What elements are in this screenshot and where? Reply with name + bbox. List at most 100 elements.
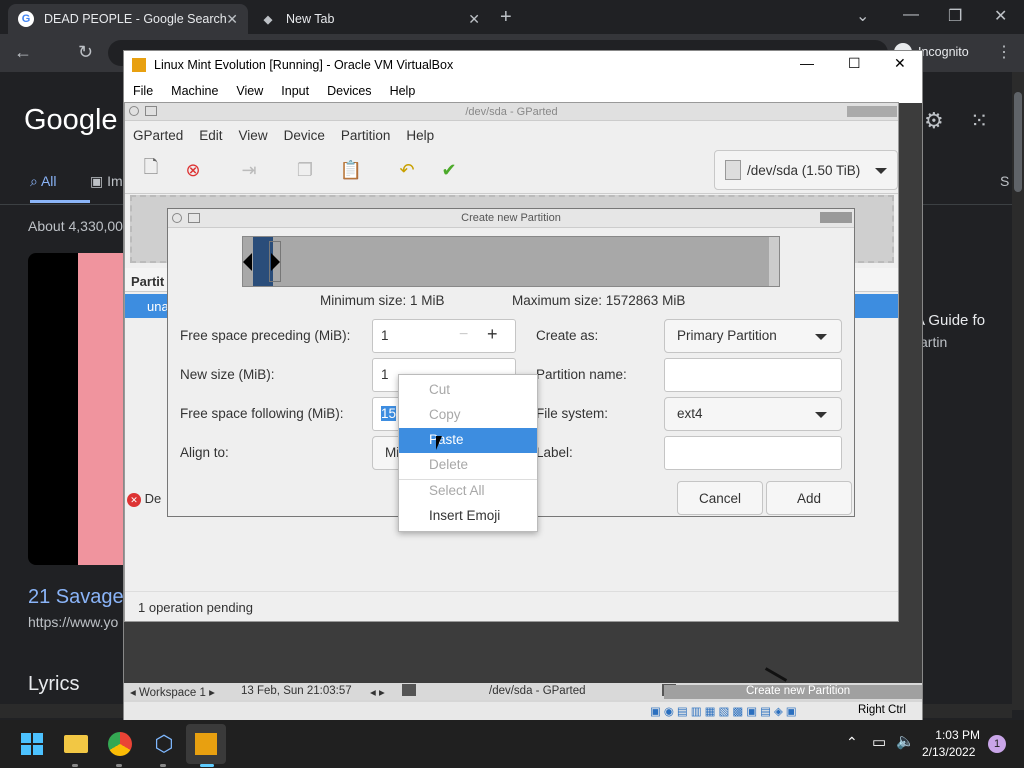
menu-view[interactable]: View bbox=[231, 128, 276, 143]
panel-nav-arrows[interactable]: ◂ ▸ bbox=[370, 685, 385, 699]
right-drag-arrow-icon[interactable] bbox=[271, 253, 280, 271]
delete-partition-icon[interactable]: ⊗ bbox=[179, 156, 207, 184]
menu-help[interactable]: Help bbox=[398, 128, 442, 143]
active-indicator bbox=[200, 764, 214, 767]
menu-devices[interactable]: Devices bbox=[318, 84, 380, 98]
tab-more[interactable]: S bbox=[1000, 173, 1009, 189]
start-windows-icon[interactable] bbox=[18, 730, 46, 758]
vbox-device-icons[interactable]: ▣◉▤▥▦▧▩▣▤◈▣ bbox=[650, 704, 800, 718]
close-window-icon[interactable]: ✕ bbox=[994, 6, 1007, 26]
chrome-icon[interactable] bbox=[106, 730, 134, 758]
tab-title: New Tab bbox=[286, 12, 335, 26]
copy-icon[interactable]: ❐ bbox=[291, 156, 319, 184]
close-tab-icon[interactable]: ✕ bbox=[468, 11, 480, 28]
paste-icon[interactable]: 📋 bbox=[337, 156, 365, 184]
menu-device[interactable]: Device bbox=[276, 128, 333, 143]
left-drag-arrow-icon[interactable] bbox=[243, 253, 252, 271]
show-desktop-icon[interactable] bbox=[402, 684, 416, 696]
minimize-icon[interactable]: — bbox=[903, 6, 919, 24]
apply-icon[interactable]: ✔ bbox=[435, 156, 463, 184]
window-menu-icon[interactable] bbox=[129, 106, 139, 116]
tab-new-tab[interactable]: ◆ New Tab ✕ bbox=[250, 4, 490, 34]
gparted-window-controls[interactable] bbox=[847, 106, 897, 117]
close-tab-icon[interactable]: ✕ bbox=[226, 11, 238, 28]
apps-grid-icon[interactable]: ⁙ bbox=[970, 108, 988, 134]
taskitem-gparted[interactable]: /dev/sda - GParted bbox=[489, 685, 586, 697]
menu-edit[interactable]: Edit bbox=[191, 128, 230, 143]
running-indicator bbox=[160, 764, 166, 767]
result-title-link[interactable]: 21 Savage bbox=[28, 586, 124, 609]
taskitem-create-partition[interactable]: Create new Partition bbox=[664, 685, 922, 699]
restore-icon[interactable]: ❐ bbox=[948, 6, 962, 26]
right-result-sub: artin bbox=[920, 334, 948, 350]
page-scrollbar[interactable] bbox=[1012, 72, 1024, 710]
mouse-cursor-icon bbox=[436, 436, 442, 450]
menu-item-delete[interactable]: Delete bbox=[399, 453, 537, 478]
network-icon[interactable]: ▭ bbox=[872, 733, 886, 751]
resize-move-icon[interactable]: ⇥ bbox=[235, 156, 263, 184]
vbox-statusbar: ▣◉▤▥▦▧▩▣▤◈▣ Right Ctrl bbox=[124, 702, 922, 720]
notification-badge[interactable]: 1 bbox=[988, 735, 1006, 753]
browser-tab-bar: G DEAD PEOPLE - Google Search ✕ ◆ New Ta… bbox=[0, 0, 1024, 34]
cancel-button[interactable]: Cancel bbox=[677, 481, 763, 515]
file-system-combo[interactable]: ext4 bbox=[664, 397, 842, 431]
tab-images[interactable]: ▣ Im bbox=[90, 173, 123, 190]
label-label: Label: bbox=[536, 445, 573, 460]
device-selector[interactable]: /dev/sda (1.50 TiB) bbox=[714, 150, 898, 190]
vbox-minimize-icon[interactable]: — bbox=[800, 55, 814, 71]
clock-date[interactable]: 2/13/2022 bbox=[922, 745, 982, 759]
tab-search-icon[interactable]: ⌄ bbox=[856, 6, 869, 26]
menu-input[interactable]: Input bbox=[272, 84, 318, 98]
label-field[interactable] bbox=[664, 436, 842, 470]
menu-gparted[interactable]: GParted bbox=[125, 128, 191, 143]
size-slider-track[interactable] bbox=[242, 236, 780, 287]
menu-help[interactable]: Help bbox=[381, 84, 425, 98]
new-tab-favicon-icon: ◆ bbox=[263, 13, 273, 26]
context-menu: Cut Copy Paste Delete Select All Insert … bbox=[398, 374, 538, 532]
settings-gear-icon[interactable]: ⚙ bbox=[924, 108, 944, 134]
menu-view[interactable]: View bbox=[227, 84, 272, 98]
partition-name-field[interactable] bbox=[664, 358, 842, 392]
volume-icon[interactable]: 🔈 bbox=[896, 732, 915, 750]
menu-file[interactable]: File bbox=[124, 84, 162, 98]
running-indicator bbox=[72, 764, 78, 767]
increment-button[interactable]: + bbox=[487, 324, 498, 345]
device-label: /dev/sda (1.50 TiB) bbox=[747, 162, 861, 178]
vbox-maximize-icon[interactable]: ☐ bbox=[848, 55, 861, 72]
menu-item-select-all[interactable]: Select All bbox=[399, 479, 537, 504]
menu-item-cut[interactable]: Cut bbox=[399, 378, 537, 403]
chevron-up-icon[interactable]: ⌃ bbox=[846, 734, 858, 751]
tab-google-search[interactable]: G DEAD PEOPLE - Google Search ✕ bbox=[8, 4, 248, 34]
reload-icon[interactable]: ↻ bbox=[78, 42, 93, 63]
workspace-switcher[interactable]: ◂ Workspace 1 ▸ bbox=[130, 685, 215, 699]
vm-taskbar-icon[interactable] bbox=[192, 730, 220, 758]
menu-machine[interactable]: Machine bbox=[162, 84, 227, 98]
pending-operation-row[interactable]: ✕ De bbox=[127, 491, 161, 507]
menu-kebab-icon[interactable]: ⋮ bbox=[996, 42, 1012, 62]
clock-time[interactable]: 1:03 PM bbox=[928, 728, 980, 742]
google-logo[interactable]: Google bbox=[24, 104, 118, 137]
create-as-combo[interactable]: Primary Partition bbox=[664, 319, 842, 353]
file-explorer-icon[interactable] bbox=[62, 730, 90, 758]
add-button[interactable]: Add bbox=[766, 481, 852, 515]
new-tab-button[interactable]: + bbox=[500, 6, 512, 29]
menu-item-insert-emoji[interactable]: Insert Emoji bbox=[399, 504, 537, 529]
back-icon[interactable]: ← bbox=[14, 42, 32, 63]
menu-item-copy[interactable]: Copy bbox=[399, 403, 537, 428]
free-space-preceding-field[interactable]: 1 − + bbox=[372, 319, 516, 353]
incognito-label: Incognito bbox=[918, 45, 969, 59]
chevron-down-icon bbox=[815, 412, 827, 418]
decrement-button[interactable]: − bbox=[459, 326, 468, 344]
new-partition-icon[interactable]: 🗋 bbox=[137, 156, 165, 184]
vbox-close-icon[interactable]: ✕ bbox=[894, 55, 906, 72]
selected-text: 15 bbox=[381, 406, 397, 421]
menu-partition[interactable]: Partition bbox=[333, 128, 399, 143]
tab-all[interactable]: ⌕ All bbox=[30, 173, 57, 190]
undo-icon[interactable]: ↶ bbox=[393, 156, 421, 184]
vbox-titlebar: Linux Mint Evolution [Running] - Oracle … bbox=[124, 51, 922, 79]
dialog-window-controls[interactable] bbox=[820, 212, 852, 223]
virtualbox-taskbar-icon[interactable]: ⬡ bbox=[150, 730, 178, 758]
dialog-menu-icon[interactable] bbox=[172, 213, 182, 223]
menu-item-paste[interactable]: Paste bbox=[399, 428, 537, 453]
maximum-size-label: Maximum size: 1572863 MiB bbox=[512, 293, 686, 308]
